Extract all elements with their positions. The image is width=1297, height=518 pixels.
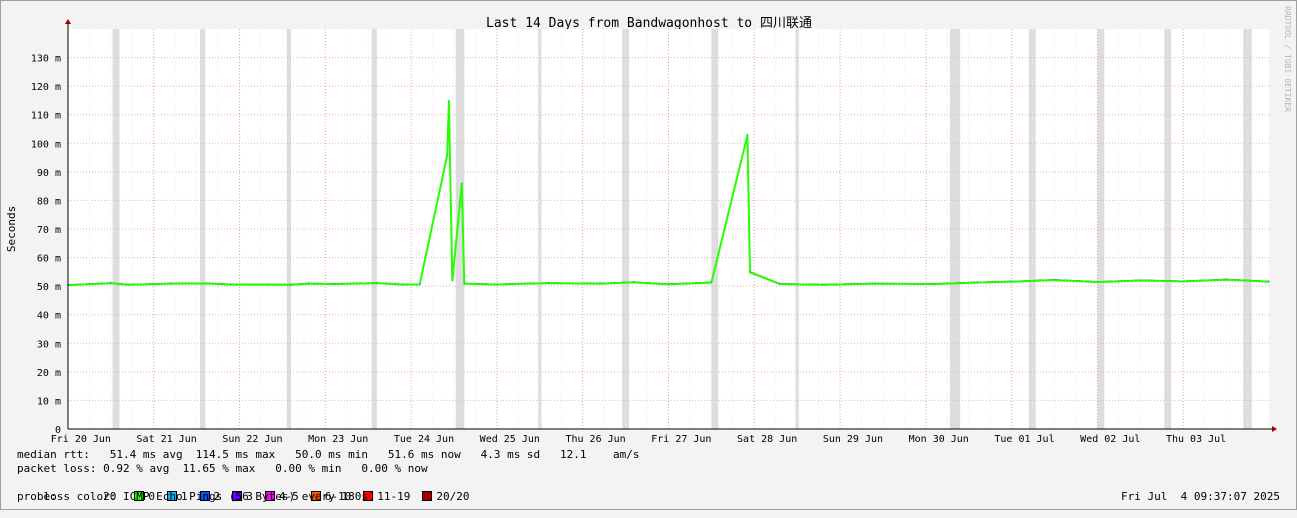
median-rtt-point-17 bbox=[496, 283, 498, 285]
x-tick-label: Mon 23 Jun bbox=[308, 434, 368, 445]
x-tick-label: Thu 03 Jul bbox=[1166, 434, 1226, 445]
x-tick-label: Fri 20 Jun bbox=[51, 434, 111, 445]
median-rtt-point-12 bbox=[446, 153, 448, 156]
loss-band-9 bbox=[949, 29, 961, 429]
x-tick-label: Thu 26 Jun bbox=[565, 434, 625, 445]
x-tick-label: Fri 27 Jun bbox=[651, 434, 711, 445]
timestamp: Fri Jul 4 09:37:07 2025 bbox=[1121, 490, 1280, 503]
median-rtt-point-8 bbox=[333, 282, 335, 285]
x-axis-arrow bbox=[1272, 426, 1277, 432]
y-tick-label: 40 m bbox=[37, 311, 61, 322]
median-rtt-point-33 bbox=[1139, 279, 1142, 281]
y-tick-label: 10 m bbox=[37, 396, 61, 407]
median-rtt-stats: median rtt: 51.4 ms avg 114.5 ms max 50.… bbox=[17, 448, 640, 461]
x-tick-label: Wed 02 Jul bbox=[1080, 434, 1140, 445]
loss-label-7: 20/20 bbox=[436, 490, 470, 503]
y-tick-label: 20 m bbox=[37, 368, 61, 379]
median-rtt-point-23 bbox=[746, 133, 749, 136]
median-rtt-point-9 bbox=[376, 281, 378, 284]
median-rtt-point-35 bbox=[1225, 278, 1227, 281]
x-tick-label: Wed 25 Jun bbox=[480, 434, 540, 445]
y-tick-label: 110 m bbox=[31, 111, 61, 122]
median-rtt-point-34 bbox=[1182, 280, 1185, 282]
median-rtt-point-6 bbox=[290, 283, 292, 286]
median-rtt-point-20 bbox=[633, 281, 635, 283]
y-axis-arrow bbox=[65, 19, 71, 24]
probe-info: probe: 20 ICMP Echo Pings (56 Bytes) eve… bbox=[17, 490, 368, 503]
x-tick-label: Sun 22 Jun bbox=[222, 434, 282, 445]
loss-band-7 bbox=[711, 29, 719, 429]
median-rtt-point-30 bbox=[1010, 280, 1013, 283]
loss-band-12 bbox=[1164, 29, 1172, 429]
median-rtt-point-7 bbox=[307, 282, 310, 285]
median-rtt-point-2 bbox=[127, 283, 129, 286]
median-rtt-point-29 bbox=[976, 281, 979, 283]
median-rtt-point-27 bbox=[873, 282, 876, 285]
median-rtt-point-22 bbox=[710, 281, 713, 283]
x-tick-label: Mon 30 Jun bbox=[909, 434, 969, 445]
y-tick-label: 120 m bbox=[31, 82, 61, 93]
median-rtt-point-18 bbox=[547, 281, 550, 284]
loss-label-6: 11-19 bbox=[377, 490, 411, 503]
y-tick-label: 130 m bbox=[31, 54, 61, 65]
median-rtt-point-19 bbox=[599, 282, 601, 285]
chart-title: Last 14 Days from Bandwagonhost to 四川联通 bbox=[486, 16, 812, 31]
y-tick-label: 90 m bbox=[37, 168, 61, 179]
y-tick-label: 50 m bbox=[37, 282, 61, 293]
median-rtt-point-5 bbox=[230, 283, 232, 285]
median-rtt-point-21 bbox=[667, 283, 670, 285]
rrdtool-watermark: RRDTOOL / TOBI OETIKER bbox=[1283, 6, 1292, 112]
chart-frame: Last 14 Days from Bandwagonhost to 四川联通 … bbox=[0, 0, 1297, 510]
median-rtt-point-28 bbox=[933, 282, 936, 285]
median-rtt-point-10 bbox=[401, 283, 404, 285]
x-tick-label: Tue 24 Jun bbox=[394, 434, 454, 445]
x-tick-label: Sat 21 Jun bbox=[137, 434, 197, 445]
median-rtt-point-11 bbox=[418, 283, 421, 285]
median-rtt-point-24 bbox=[749, 271, 751, 273]
median-rtt-point-14 bbox=[451, 279, 454, 282]
y-tick-label: 100 m bbox=[31, 139, 61, 150]
y-tick-label: 80 m bbox=[37, 196, 61, 207]
median-rtt-point-31 bbox=[1053, 278, 1056, 281]
latency-chart: Last 14 Days from Bandwagonhost to 四川联通 … bbox=[5, 6, 1292, 445]
median-rtt-point-15 bbox=[460, 182, 463, 185]
x-tick-label: Tue 01 Jul bbox=[994, 434, 1054, 445]
packet-loss-stats: packet loss: 0.92 % avg 11.65 % max 0.00… bbox=[17, 462, 428, 475]
median-rtt-point-1 bbox=[110, 281, 112, 284]
median-rtt-point-32 bbox=[1096, 280, 1099, 283]
y-tick-label: 60 m bbox=[37, 254, 61, 265]
median-rtt-point-4 bbox=[204, 282, 207, 284]
y-axis-label: Seconds bbox=[5, 206, 18, 252]
median-rtt-point-26 bbox=[822, 283, 824, 286]
y-tick-label: 30 m bbox=[37, 339, 61, 350]
median-rtt-point-16 bbox=[463, 282, 466, 285]
median-rtt-point-3 bbox=[170, 282, 172, 285]
x-tick-label: Sun 29 Jun bbox=[823, 434, 883, 445]
median-rtt-point-36 bbox=[1268, 280, 1270, 283]
x-tick-label: Sat 28 Jun bbox=[737, 434, 797, 445]
median-rtt-point-25 bbox=[779, 282, 781, 285]
y-tick-label: 70 m bbox=[37, 225, 61, 236]
loss-swatch-7 bbox=[422, 491, 433, 501]
median-rtt-point-13 bbox=[448, 99, 450, 102]
